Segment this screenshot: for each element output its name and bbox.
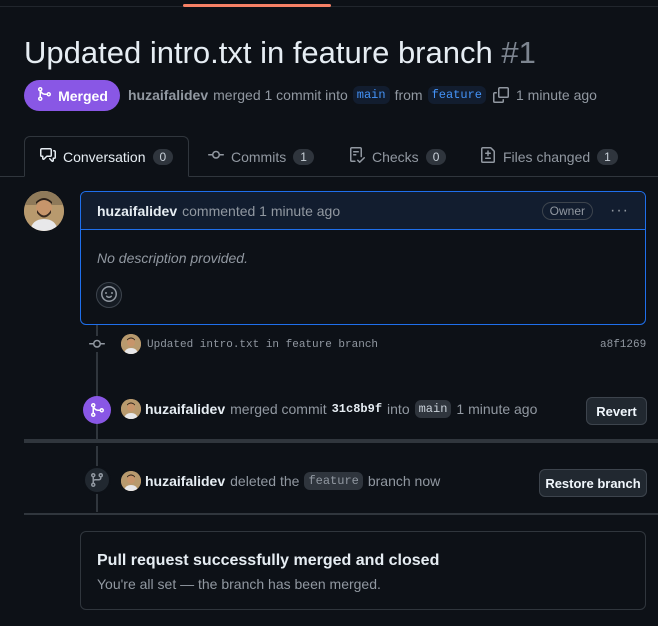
branch-event-icon	[83, 466, 111, 494]
commit-node-icon	[88, 336, 106, 352]
comment-box: huzaifalidev commented 1 minute ago Owne…	[80, 191, 646, 325]
top-nav-active-indicator	[183, 4, 331, 7]
commit-message-link[interactable]: Updated intro.txt in feature branch	[147, 339, 378, 351]
merged-status-box: Pull request successfully merged and clo…	[80, 531, 646, 610]
conversation-icon	[40, 147, 56, 166]
tab-conversation[interactable]: Conversation 0	[24, 136, 190, 177]
add-reaction-button[interactable]	[96, 282, 122, 308]
comment-body: No description provided.	[97, 250, 248, 266]
tab-conversation-label: Conversation	[63, 148, 146, 165]
timeline-divider	[24, 513, 658, 515]
avatar[interactable]	[121, 334, 141, 354]
delete-author-link[interactable]: huzaifalidev	[145, 473, 225, 489]
merge-author-link[interactable]: huzaifalidev	[145, 401, 225, 417]
tab-checks[interactable]: Checks 0	[349, 136, 447, 177]
delete-event-suffix: branch now	[367, 473, 441, 489]
commit-icon	[208, 147, 224, 166]
merged-status-subtext: You're all set — the branch has been mer…	[97, 576, 381, 592]
head-branch-link[interactable]: feature	[427, 86, 486, 104]
comment-author-link[interactable]: huzaifalidev	[97, 203, 177, 219]
copy-icon[interactable]	[492, 87, 509, 103]
merge-icon	[36, 86, 52, 105]
owner-badge: Owner	[541, 201, 594, 220]
comment-header: huzaifalidev commented 1 minute ago Owne…	[81, 192, 645, 230]
tab-files-changed[interactable]: Files changed 1	[480, 136, 618, 177]
avatar[interactable]	[121, 471, 141, 491]
commit-sha-link[interactable]: a8f1269	[600, 339, 646, 351]
merge-target-branch[interactable]: main	[414, 400, 452, 418]
tab-commits-count: 1	[293, 148, 314, 165]
tab-files-changed-count: 1	[597, 148, 618, 165]
delete-event-text: huzaifalidev deleted the feature branch …	[145, 471, 440, 491]
file-diff-icon	[480, 147, 496, 166]
pr-number: #1	[501, 35, 536, 70]
avatar[interactable]	[121, 399, 141, 419]
pr-title: Updated intro.txt in feature branch	[24, 35, 493, 70]
restore-branch-button[interactable]: Restore branch	[539, 469, 647, 497]
kebab-menu-icon[interactable]: ···	[610, 202, 629, 220]
revert-button[interactable]: Revert	[586, 397, 647, 425]
merged-status-heading: Pull request successfully merged and clo…	[97, 552, 440, 569]
tab-commits-label: Commits	[231, 148, 287, 165]
status-badge-label: Merged	[58, 87, 108, 104]
deleted-branch-name: feature	[304, 472, 363, 490]
comment-action: commented 1 minute ago	[182, 202, 341, 219]
timeline-divider	[24, 439, 658, 443]
tab-files-changed-label: Files changed	[503, 148, 591, 165]
avatar[interactable]	[24, 191, 64, 231]
merge-event-time: 1 minute ago	[456, 401, 538, 417]
merge-event-icon	[83, 396, 111, 424]
smiley-icon	[101, 285, 117, 305]
tab-checks-label: Checks	[372, 148, 419, 165]
tab-conversation-count: 0	[152, 148, 174, 165]
merge-event-text: huzaifalidev merged commit 31c8b9f into …	[145, 399, 537, 419]
pr-time: 1 minute ago	[515, 87, 597, 103]
tab-checks-count: 0	[425, 148, 447, 165]
merge-event-label: merged commit	[230, 401, 327, 417]
pr-from-text: from	[394, 87, 423, 103]
tab-commits[interactable]: Commits 1	[208, 136, 314, 177]
base-branch-link[interactable]: main	[352, 86, 390, 104]
merge-commit-sha-link[interactable]: 31c8b9f	[332, 402, 382, 416]
merge-event-into: into	[387, 401, 410, 417]
page-title: Updated intro.txt in feature branch #1	[24, 35, 536, 71]
pr-author-link[interactable]: huzaifalidev	[128, 87, 208, 103]
status-badge: Merged	[24, 80, 120, 111]
checklist-icon	[349, 147, 366, 166]
pr-merged-text: merged 1 commit into	[213, 87, 348, 103]
delete-event-label: deleted the	[230, 473, 300, 489]
pr-meta: huzaifalidev merged 1 commit into main f…	[128, 85, 597, 105]
